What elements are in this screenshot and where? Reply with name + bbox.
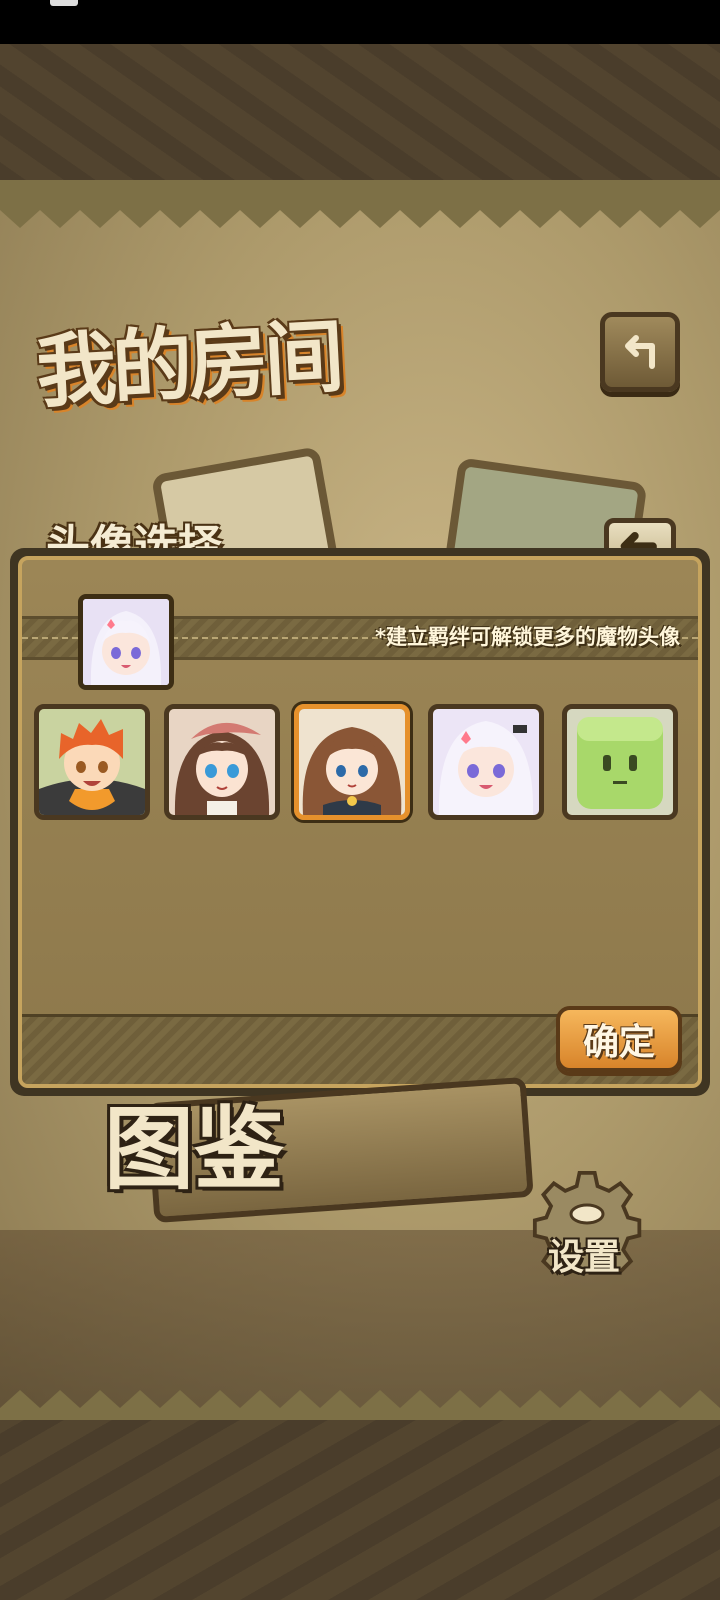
confirm-button[interactable]: 确定	[556, 1006, 682, 1072]
settings-label[interactable]: 设置	[548, 1228, 620, 1280]
avatar-option[interactable]	[34, 704, 150, 820]
status-indicator	[50, 0, 78, 6]
bottom-map-band	[0, 1420, 720, 1600]
top-map-band	[0, 44, 720, 184]
zigzag-border-top	[0, 180, 720, 228]
brown-haired-chibi-girl-avatar-icon	[299, 709, 405, 815]
avatar-option-selected[interactable]	[294, 704, 410, 820]
avatar-select-panel: *建立羁绊可解锁更多的魔物头像 确定	[10, 548, 710, 1096]
return-button[interactable]	[600, 312, 680, 392]
white-haired-girl-avatar-icon	[433, 709, 539, 815]
encyclopedia-label[interactable]: 图鉴	[104, 1076, 284, 1206]
page-title: 我的房间	[34, 310, 343, 419]
return-arrow-icon	[625, 335, 655, 369]
avatar-option[interactable]	[562, 704, 678, 820]
avatar-panel-body: *建立羁绊可解锁更多的魔物头像 确定	[18, 556, 702, 1088]
white-haired-girl-avatar-icon	[83, 599, 169, 685]
unlock-hint-text: *建立羁绊可解锁更多的魔物头像	[375, 625, 680, 649]
avatar-option[interactable]	[164, 704, 280, 820]
green-slime-avatar-icon	[567, 709, 673, 815]
brown-haired-girl-hat-avatar-icon	[169, 709, 275, 815]
current-avatar	[78, 594, 174, 690]
orange-haired-boy-avatar-icon	[39, 709, 145, 815]
status-bar	[0, 0, 720, 44]
avatar-option[interactable]	[428, 704, 544, 820]
